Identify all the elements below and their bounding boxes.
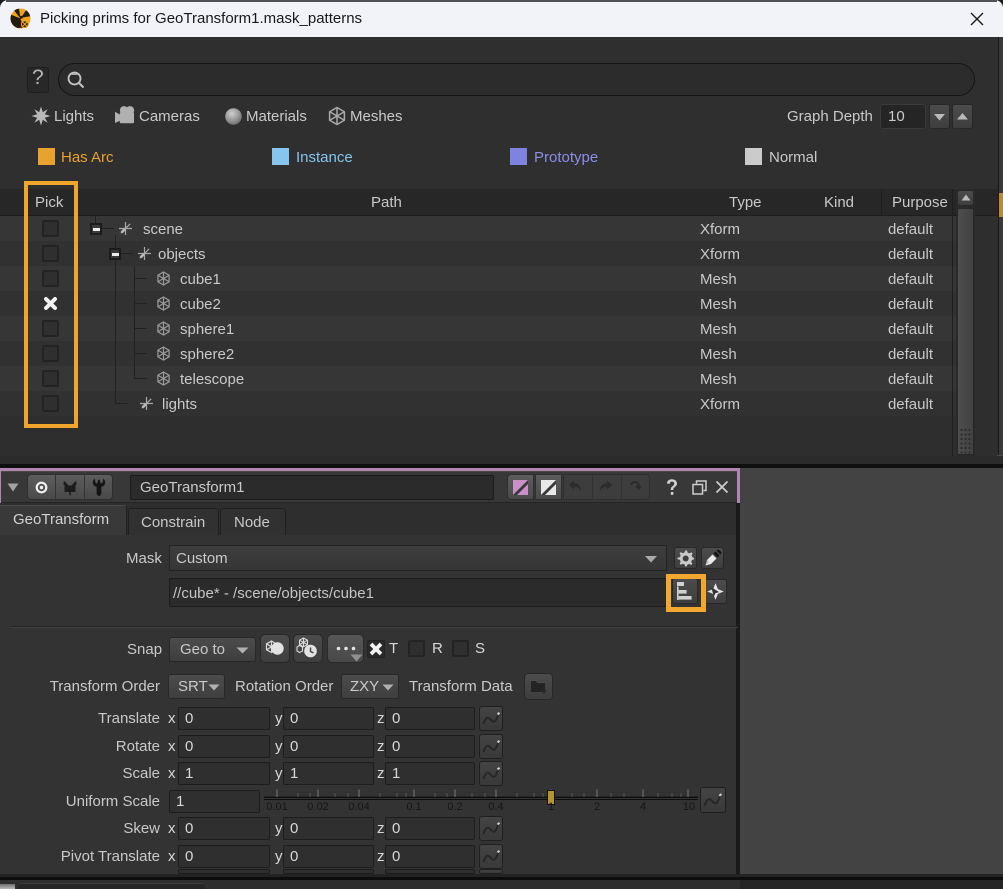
svg-text:0.01: 0.01: [266, 801, 287, 813]
svg-text:0.2: 0.2: [447, 801, 462, 813]
svg-text:0.02: 0.02: [307, 801, 328, 813]
svg-text:2: 2: [594, 801, 600, 813]
svg-text:0.04: 0.04: [348, 801, 369, 813]
svg-text:4: 4: [640, 801, 646, 813]
svg-text:1: 1: [548, 801, 554, 813]
svg-text:10: 10: [683, 801, 695, 813]
svg-text:0.4: 0.4: [488, 801, 503, 813]
svg-text:0.1: 0.1: [406, 801, 421, 813]
